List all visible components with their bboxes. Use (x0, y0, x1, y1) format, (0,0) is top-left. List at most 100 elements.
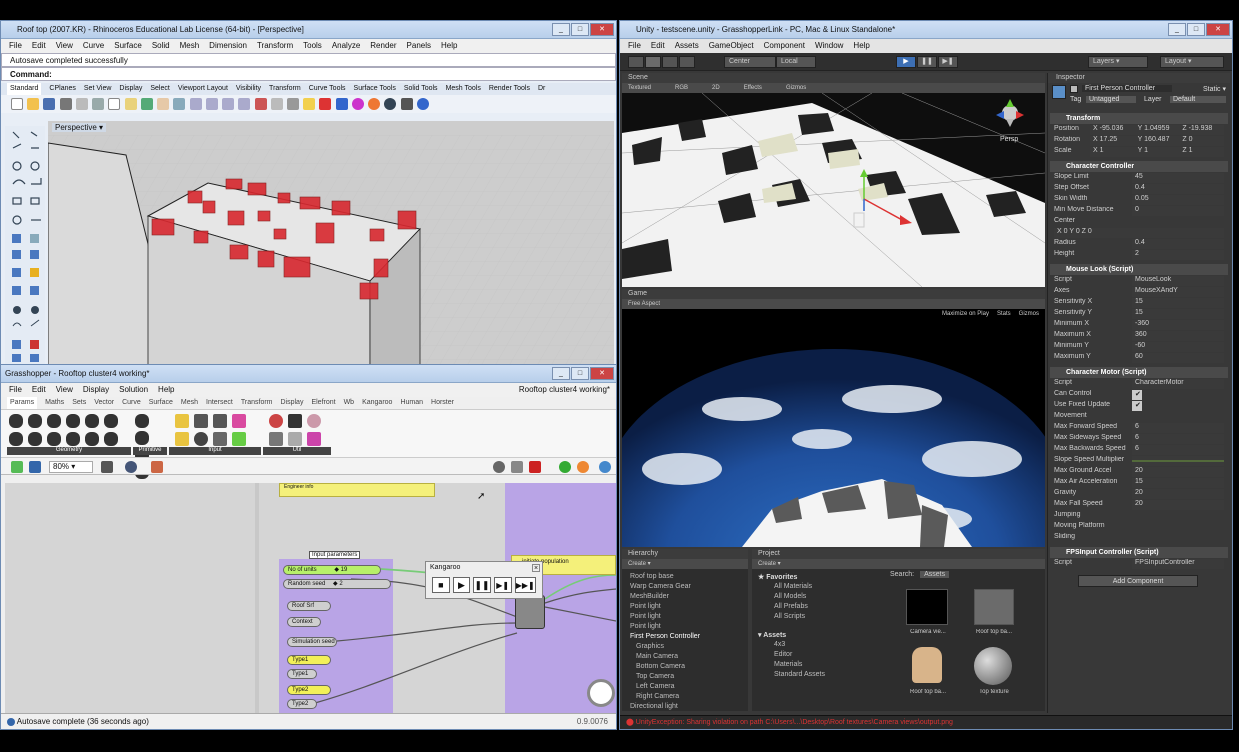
gh-menu-edit[interactable]: Edit (32, 383, 46, 397)
param-icon[interactable] (85, 414, 99, 428)
stats-toggle[interactable]: Stats (997, 309, 1011, 319)
param-simulation-seed[interactable]: Simulation seed (287, 637, 337, 647)
rhino-menu-tools[interactable]: Tools (303, 39, 322, 53)
unity-minimize-button[interactable]: _ (1168, 23, 1186, 36)
param-icon[interactable] (135, 431, 149, 445)
move-tool-icon[interactable] (645, 56, 661, 68)
unity-menu-edit[interactable]: Edit (651, 39, 665, 53)
gh-maximize-button[interactable]: □ (571, 367, 589, 380)
gh-close-button[interactable]: ✕ (590, 367, 614, 380)
param-icon[interactable] (66, 431, 80, 446)
height-row[interactable]: Height 2 (1054, 250, 1224, 260)
zoom-window-icon[interactable] (205, 98, 218, 110)
tab-cplanes[interactable]: CPlanes (49, 83, 75, 95)
unity-menu-help[interactable]: Help (853, 39, 869, 53)
tab-select[interactable]: Select (150, 83, 169, 95)
rotate-tool-icon[interactable] (662, 56, 678, 68)
step-button[interactable]: ▶❚ (938, 56, 958, 68)
field-value[interactable]: Z 1 (1179, 147, 1225, 157)
param-context[interactable]: Context (287, 617, 321, 627)
scene-viewport[interactable]: Persp (622, 93, 1045, 287)
render-icon[interactable] (368, 98, 381, 110)
material-icon[interactable] (351, 98, 364, 110)
minimum-y-row[interactable]: Minimum Y -60 (1054, 342, 1224, 352)
game-viewport[interactable] (622, 309, 1045, 547)
foldout-moving-platform[interactable]: Moving Platform (1054, 522, 1224, 532)
field-value[interactable]: Z -19.938 (1179, 125, 1225, 135)
field-value[interactable]: MouseXAndY (1132, 287, 1224, 297)
paste-icon[interactable] (124, 98, 137, 110)
hierarchy-item[interactable]: Point light (630, 623, 661, 630)
unity-menu-gameobject[interactable]: GameObject (709, 39, 754, 53)
gh-menu-solution[interactable]: Solution (119, 383, 148, 397)
asset-folder[interactable]: Standard Assets (774, 671, 825, 678)
asset-thumb-roof-top-base[interactable] (974, 589, 1014, 625)
motor-row[interactable]: Max Air Acceleration 15 (1054, 478, 1224, 488)
swatch-icon[interactable] (232, 431, 246, 446)
layers-dropdown[interactable]: Layers ▾ (1088, 56, 1148, 68)
slope-limit-row[interactable]: Slope Limit 45 (1054, 173, 1224, 183)
gh-document-name[interactable]: Rooftop cluster4 working* (519, 383, 610, 397)
gh-input-components[interactable] (175, 414, 265, 446)
layer-dropdown[interactable]: Default (1170, 96, 1226, 103)
param-type1-b[interactable]: Type1 (287, 669, 317, 679)
field-value[interactable]: 20 (1132, 467, 1224, 477)
gh-tab-kangaroo[interactable]: Kangaroo (362, 397, 392, 409)
fast-forward-button[interactable]: ▶▶❚ (514, 577, 537, 593)
motor-row[interactable]: Max Fall Speed 20 (1054, 500, 1224, 510)
slope-curve-field[interactable] (1132, 456, 1224, 466)
gh-tab-params[interactable]: Params (7, 397, 38, 409)
rhino-menu-edit[interactable]: Edit (32, 39, 46, 53)
field-value[interactable]: 0.05 (1132, 195, 1224, 205)
layout-dropdown[interactable]: Layout ▾ (1160, 56, 1224, 68)
gh-minimize-button[interactable]: _ (552, 367, 570, 380)
mouse-look-header[interactable]: Mouse Look (Script) (1050, 264, 1228, 275)
field-value[interactable]: X 1 (1090, 147, 1135, 157)
motor-row[interactable]: Script CharacterMotor (1054, 379, 1224, 389)
motor-row[interactable]: Max Ground Accel 20 (1054, 467, 1224, 477)
cut-icon[interactable] (92, 98, 105, 110)
favorite-item[interactable]: All Materials (774, 583, 812, 590)
save-icon[interactable] (43, 98, 56, 110)
maximize-on-play[interactable]: Maximize on Play (942, 309, 989, 319)
grid-icon[interactable] (254, 98, 267, 110)
hierarchy-tab[interactable]: Hierarchy (628, 550, 658, 557)
hierarchy-item[interactable]: Bottom Camera (636, 663, 685, 670)
static-checkbox[interactable]: Static ▾ (1203, 85, 1226, 93)
gh-tab-display[interactable]: Display (281, 397, 304, 409)
min-move-distance-row[interactable]: Min Move Distance 0 (1054, 206, 1224, 216)
rhino-menu-view[interactable]: View (56, 39, 73, 53)
tab-transform[interactable]: Transform (269, 83, 301, 95)
kangaroo-close-icon[interactable]: × (532, 564, 540, 572)
object-name[interactable]: First Person Controller (1082, 85, 1172, 92)
param-icon[interactable] (66, 414, 80, 428)
scene-render-mode[interactable]: Textured (628, 83, 651, 93)
button-icon[interactable] (194, 431, 208, 446)
foldout-jumping[interactable]: Jumping (1054, 511, 1224, 521)
script-row[interactable]: Script MouseLook (1054, 276, 1224, 286)
open-file-icon[interactable] (27, 98, 40, 110)
panel-icon[interactable] (213, 414, 227, 428)
gh-geometry-components[interactable] (9, 414, 131, 446)
center-xyz-row[interactable]: X 0 Y 0 Z 0 (1054, 228, 1224, 238)
foldout-sliding[interactable]: Sliding (1054, 533, 1224, 543)
field-value[interactable]: FPSInputController (1132, 559, 1224, 569)
unity-maximize-button[interactable]: □ (1187, 23, 1205, 36)
gh-tab-surface[interactable]: Surface (149, 397, 173, 409)
field-value[interactable]: 0 (1132, 206, 1224, 216)
fps-script-row[interactable]: Script FPSInputController (1054, 559, 1224, 569)
point-icon[interactable] (286, 98, 299, 110)
step-offset-row[interactable]: Step Offset 0.4 (1054, 184, 1224, 194)
gh-group-primitive[interactable]: Primitive (133, 447, 167, 455)
new-file-icon[interactable] (11, 98, 23, 110)
hierarchy-item[interactable]: Point light (630, 603, 661, 610)
gh-tab-maths[interactable]: Maths (45, 397, 64, 409)
hierarchy-item[interactable]: Graphics (636, 643, 664, 650)
zoom-selected-icon[interactable] (238, 98, 251, 110)
hierarchy-item[interactable]: Roof top base (630, 573, 674, 580)
field-value[interactable]: ✔ (1132, 390, 1142, 400)
param-icon[interactable] (104, 431, 118, 446)
pivot-center-button[interactable]: Center (724, 56, 776, 68)
undo-icon[interactable] (140, 98, 153, 110)
gh-tab-wb[interactable]: Wb (344, 397, 355, 409)
